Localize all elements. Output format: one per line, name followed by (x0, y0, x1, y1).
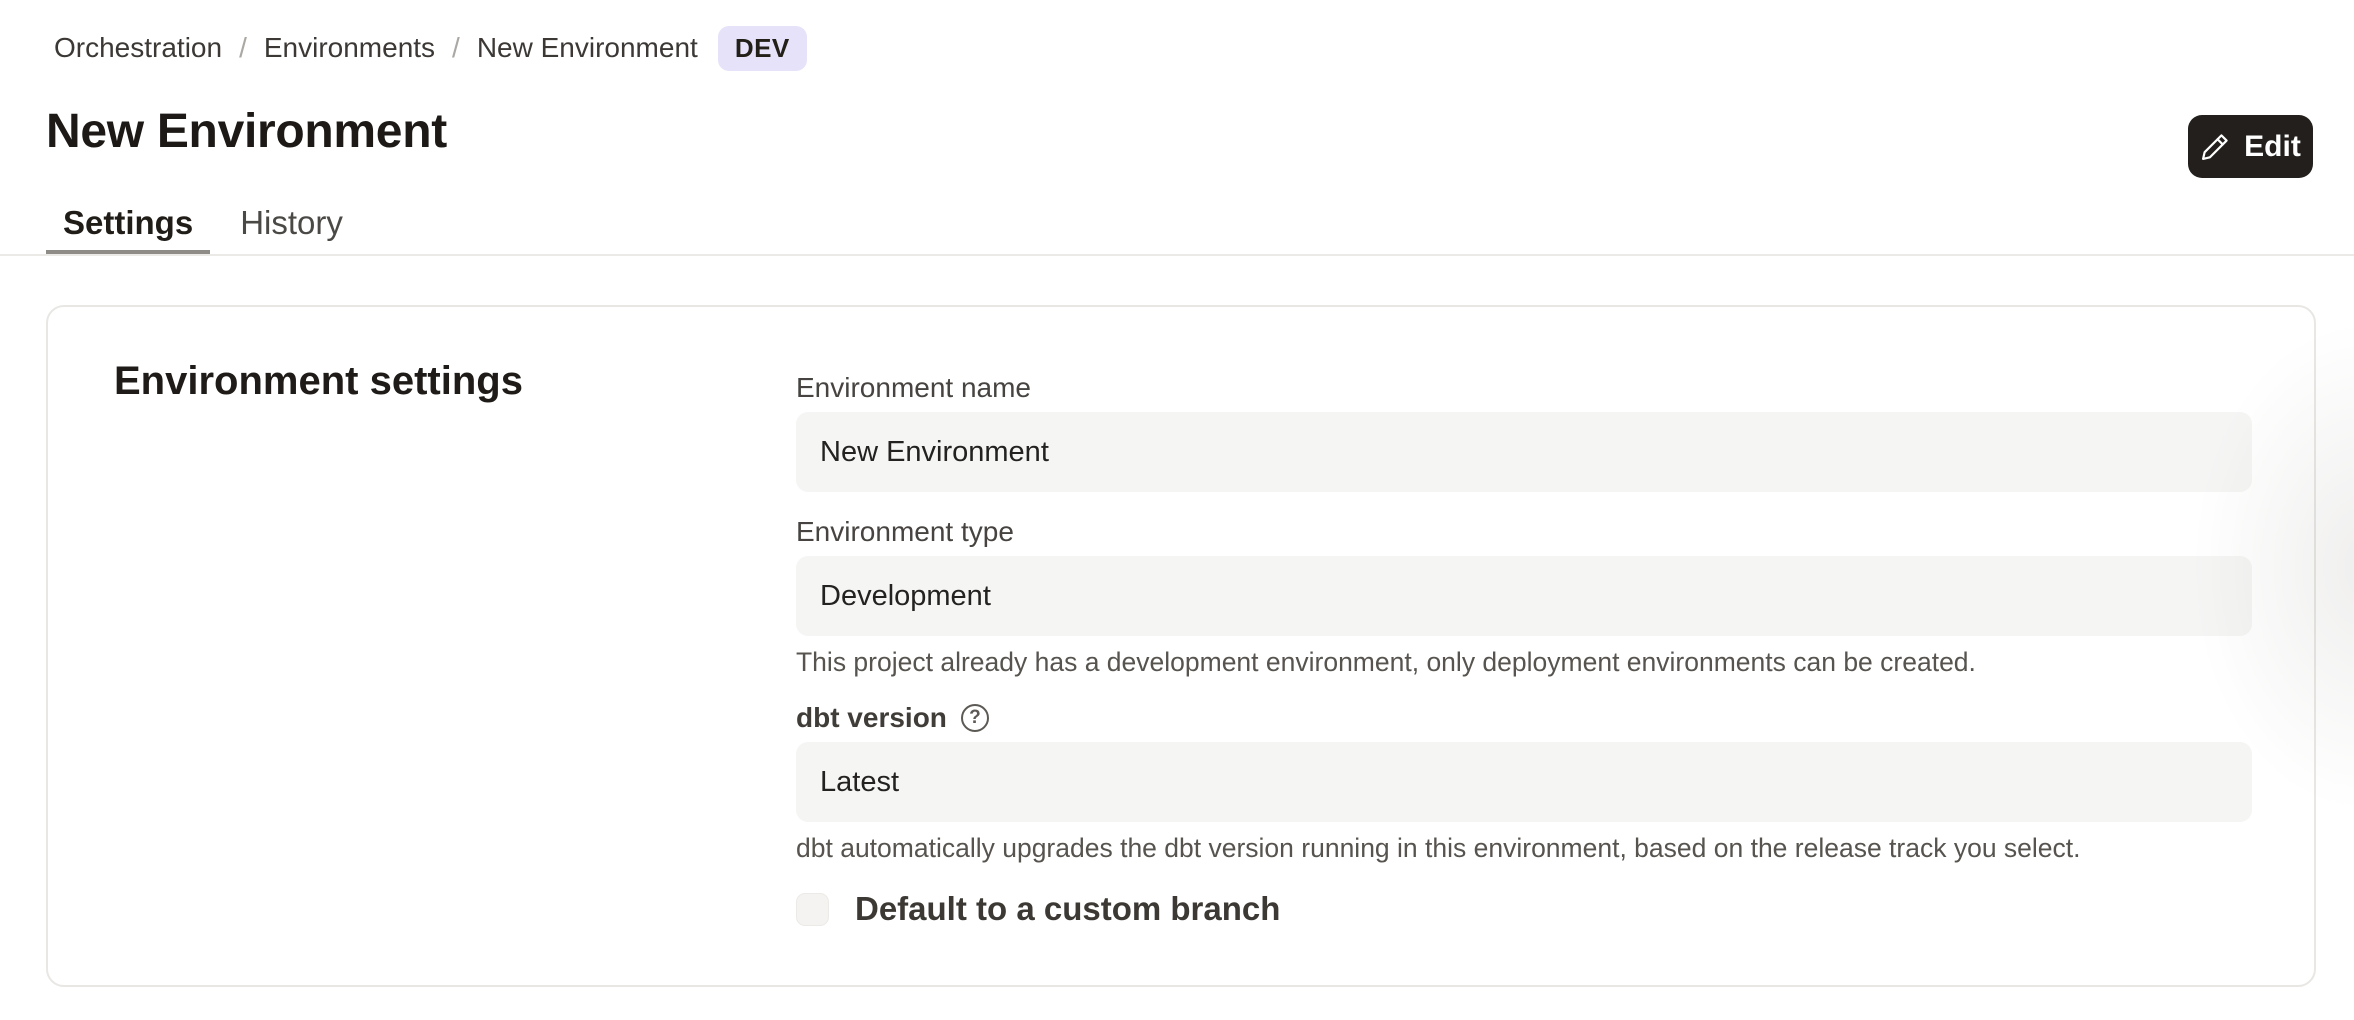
pencil-icon (2200, 131, 2231, 162)
tabs-divider (0, 254, 2354, 256)
dbt-version-label-row: dbt version ? (796, 702, 2252, 734)
tab-history-label: History (240, 204, 343, 242)
dbt-version-helper-text: dbt automatically upgrades the dbt versi… (796, 832, 2252, 864)
environment-settings-page: Orchestration / Environments / New Envir… (0, 0, 2354, 1020)
environment-type-helper-text: This project already has a development e… (796, 646, 2252, 678)
help-icon[interactable]: ? (961, 704, 989, 732)
field-dbt-version: dbt version ? dbt automatically upgrades… (796, 702, 2252, 864)
environment-name-input[interactable] (796, 412, 2252, 492)
settings-form: Environment name Environment type This p… (796, 372, 2252, 928)
dbt-version-label: dbt version (796, 702, 947, 734)
dbt-version-input[interactable] (796, 742, 2252, 822)
breadcrumb: Orchestration / Environments / New Envir… (54, 24, 807, 72)
tab-settings[interactable]: Settings (46, 196, 210, 256)
custom-branch-label[interactable]: Default to a custom branch (855, 890, 1280, 928)
card-heading: Environment settings (114, 359, 523, 404)
breadcrumb-item-environments[interactable]: Environments (264, 32, 435, 64)
breadcrumb-item-current: New Environment (477, 32, 698, 64)
breadcrumb-separator: / (452, 32, 460, 64)
edit-button-label: Edit (2244, 130, 2301, 164)
environment-type-input[interactable] (796, 556, 2252, 636)
page-title: New Environment (46, 104, 447, 159)
breadcrumb-separator: / (239, 32, 247, 64)
field-environment-name: Environment name (796, 372, 2252, 492)
environment-type-badge: DEV (718, 26, 807, 71)
breadcrumb-item-orchestration[interactable]: Orchestration (54, 32, 222, 64)
custom-branch-row[interactable]: Default to a custom branch (796, 890, 2252, 928)
custom-branch-checkbox[interactable] (796, 893, 829, 926)
field-environment-type: Environment type This project already ha… (796, 516, 2252, 678)
tab-settings-label: Settings (63, 204, 193, 242)
tab-bar: Settings History (46, 196, 360, 256)
environment-type-label: Environment type (796, 516, 2252, 548)
environment-name-label: Environment name (796, 372, 2252, 404)
edit-button[interactable]: Edit (2188, 115, 2313, 178)
tab-history[interactable]: History (223, 196, 360, 256)
environment-settings-card: Environment settings Environment name En… (46, 305, 2316, 987)
